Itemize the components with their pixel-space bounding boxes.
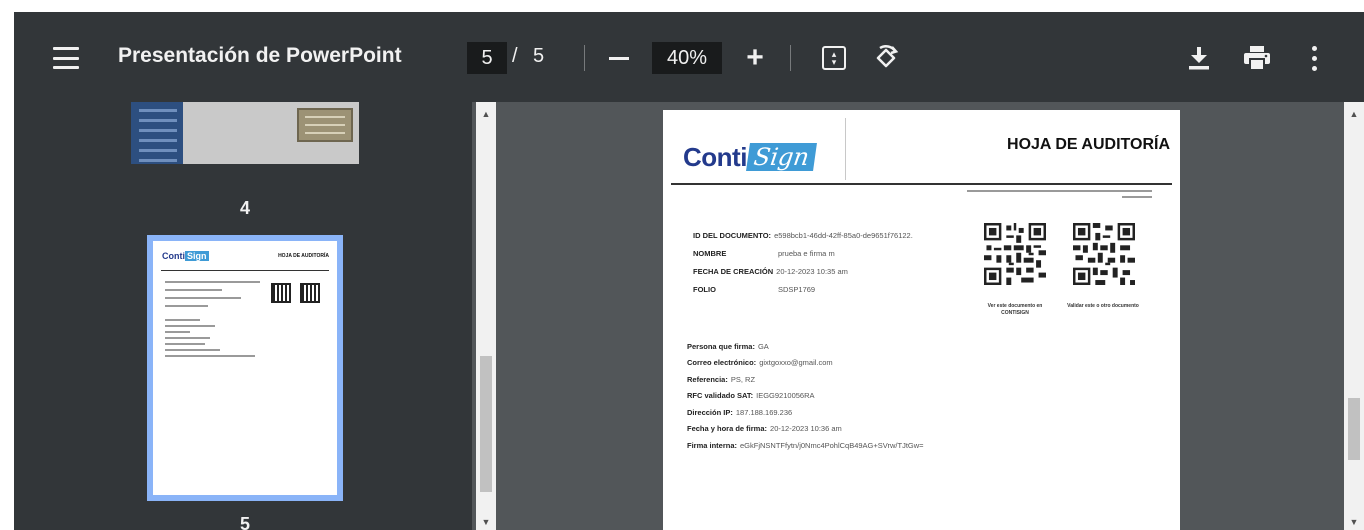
page-total: 5 xyxy=(533,45,545,67)
fit-to-page-icon[interactable]: ▴ ▾ xyxy=(820,43,848,73)
thumbnail-sidebar: 4 Conti Sign HOJA DE AUDITORÍA 5 xyxy=(14,102,472,530)
page-number-input[interactable]: 5 xyxy=(467,42,507,74)
header-divider xyxy=(845,118,846,180)
page-thumbnail-5[interactable]: Conti Sign HOJA DE AUDITORÍA xyxy=(147,235,343,501)
thumbnail-divider xyxy=(161,270,329,271)
document-viewport: Conti Sign HOJA DE AUDITORÍA ID DEL DOCUM… xyxy=(492,102,1344,530)
download-icon[interactable] xyxy=(1184,42,1214,74)
header-fine-print xyxy=(967,190,1152,202)
document-scrollbar-thumb[interactable] xyxy=(1348,398,1360,460)
zoom-level-input[interactable]: 40% xyxy=(652,42,722,74)
document-page: Conti Sign HOJA DE AUDITORÍA ID DEL DOCUM… xyxy=(663,110,1180,530)
qr-caption: Ver este documento en CONTISIGN xyxy=(987,303,1043,316)
thumbnail-certificate-image xyxy=(297,108,353,142)
signer-row: Persona que firma: GA xyxy=(687,341,769,351)
header-rule xyxy=(671,183,1172,185)
hamburger-menu-icon[interactable] xyxy=(50,44,82,72)
qr-code-icon xyxy=(1073,223,1135,285)
thumbnail-logo: Conti Sign xyxy=(162,251,209,261)
field-row: FECHA DE CREACIÓN 20-12-2023 10:35 am xyxy=(693,266,848,276)
sidebar-scrollbar-thumb[interactable] xyxy=(480,356,492,492)
rotate-counterclockwise-icon[interactable] xyxy=(870,42,902,74)
thumbnail-page: Conti Sign HOJA DE AUDITORÍA xyxy=(153,241,337,495)
qr-code-icon xyxy=(984,223,1046,285)
print-icon[interactable] xyxy=(1240,42,1274,74)
field-row: ID DEL DOCUMENTO: e598bcb1-46dd-42ff-85a0… xyxy=(693,230,913,240)
signer-details: Persona que firma: GA Correo electrónico:… xyxy=(687,338,1067,454)
thumbnail-nav-panel xyxy=(131,102,183,164)
page-separator: / xyxy=(512,45,518,67)
thumbnail-qr-icon xyxy=(271,283,291,303)
qr-caption: Validar este o otro documento xyxy=(1067,303,1139,309)
document-title: Presentación de PowerPoint xyxy=(118,44,402,67)
toolbar-divider xyxy=(584,45,585,71)
minus-icon[interactable] xyxy=(604,42,634,74)
field-row: NOMBRE prueba e firma m xyxy=(693,248,835,258)
field-row: FOLIO SDSP1769 xyxy=(693,284,816,294)
thumbnail-title: HOJA DE AUDITORÍA xyxy=(278,253,329,259)
toolbar: Presentación de PowerPoint 5 / 5 40% + ▴… xyxy=(14,12,1364,102)
signer-row: Fecha y hora de firma: 20-12-2023 10:36 a… xyxy=(687,424,842,434)
thumbnail-text-lines xyxy=(165,281,260,313)
signer-row: Firma interna: eGkFjNSNTFfytn/j0Nmc4PohlC… xyxy=(687,440,924,450)
document-fields: ID DEL DOCUMENTO: e598bcb1-46dd-42ff-85a0… xyxy=(693,226,993,298)
signer-row: Dirección IP: 187.188.169.236 xyxy=(687,407,793,417)
pdf-viewer: Presentación de PowerPoint 5 / 5 40% + ▴… xyxy=(14,12,1364,530)
scroll-down-arrow-icon[interactable]: ▼ xyxy=(1344,514,1364,530)
scroll-up-arrow-icon[interactable]: ▲ xyxy=(1344,106,1364,122)
toolbar-divider xyxy=(790,45,791,71)
signer-row: RFC validado SAT: IEGG9210056RA xyxy=(687,391,815,401)
signer-row: Correo electrónico: gixtgoxxo@gmail.com xyxy=(687,358,833,368)
page-heading: HOJA DE AUDITORÍA xyxy=(1007,136,1170,153)
contisign-logo: Conti Sign xyxy=(683,136,817,178)
page-thumbnail-4[interactable] xyxy=(131,102,359,164)
thumbnail-qr-icon xyxy=(300,283,320,303)
document-scrollbar[interactable]: ▲ ▼ xyxy=(1344,102,1364,530)
thumbnail-label: 5 xyxy=(239,514,250,530)
thumbnail-label: 4 xyxy=(239,198,250,218)
plus-icon[interactable]: + xyxy=(740,41,770,74)
thumbnail-text-lines xyxy=(165,319,265,361)
signer-row: Referencia: PS, RZ xyxy=(687,374,756,384)
more-vert-icon[interactable] xyxy=(1304,42,1324,74)
